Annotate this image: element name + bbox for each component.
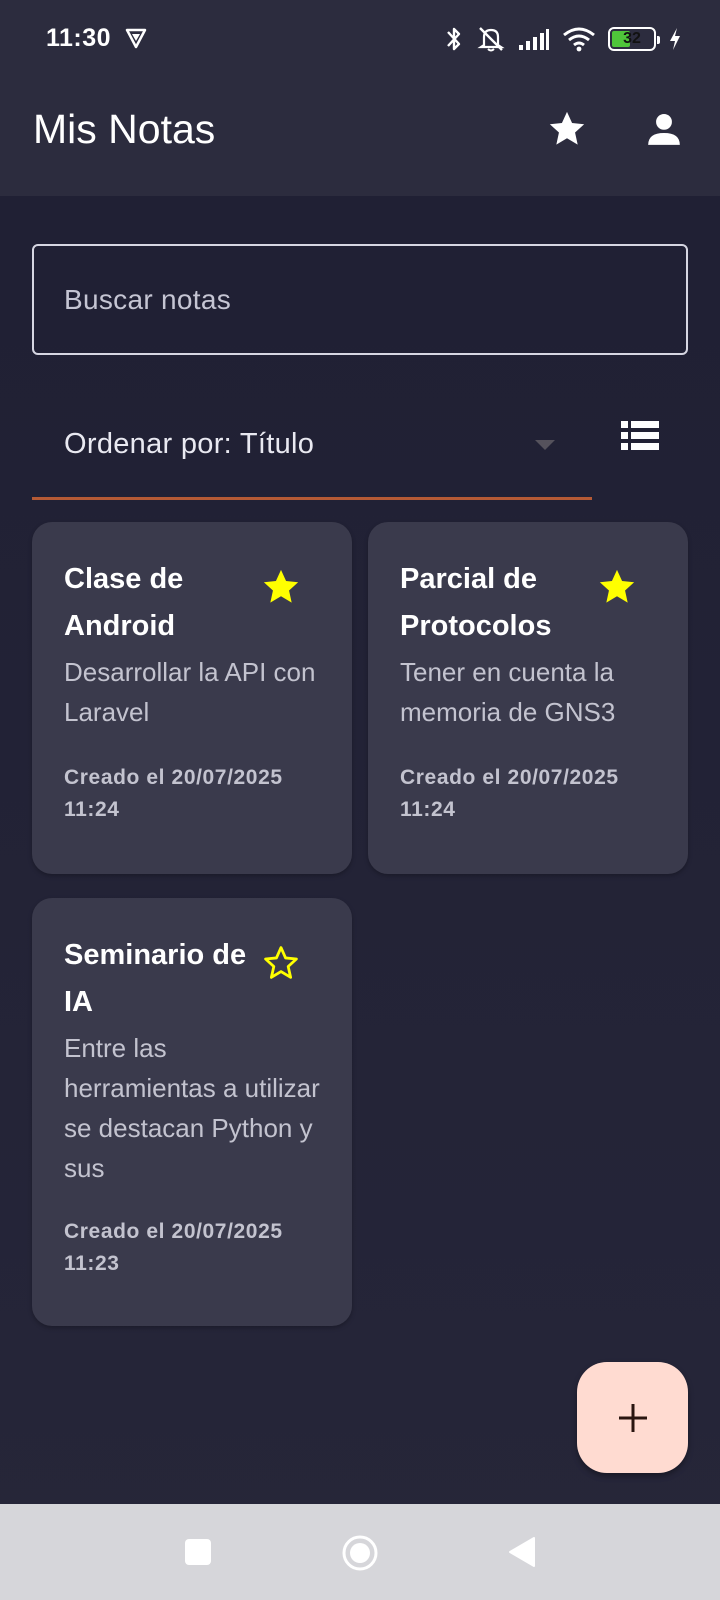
bluetooth-icon xyxy=(444,24,464,54)
status-icons: 32 xyxy=(444,24,682,54)
favorite-toggle[interactable] xyxy=(260,566,302,608)
note-title: Clase de Android xyxy=(64,563,184,642)
recents-button[interactable] xyxy=(180,1534,216,1570)
note-body: Tener en cuenta la memoria de GNS3 xyxy=(400,657,616,727)
home-button[interactable] xyxy=(341,1534,378,1571)
favorite-toggle[interactable] xyxy=(260,942,302,984)
page-title: Mis Notas xyxy=(33,106,216,152)
note-title: Seminario de IA xyxy=(64,939,247,1018)
circle-icon xyxy=(342,1535,378,1571)
star-icon xyxy=(549,111,585,145)
sort-dropdown[interactable]: Ordenar por: Título xyxy=(32,410,592,500)
search-input[interactable] xyxy=(34,246,686,353)
app-bar: Mis Notas xyxy=(0,78,720,196)
favorite-toggle[interactable] xyxy=(596,566,638,608)
note-date: Creado el 20/07/2025 11:24 xyxy=(400,766,619,821)
search-field xyxy=(32,244,688,355)
back-triangle-icon xyxy=(509,1537,535,1567)
add-note-button[interactable] xyxy=(577,1362,688,1473)
sort-label: Ordenar por: Título xyxy=(64,428,315,460)
profile-button[interactable] xyxy=(642,107,686,151)
list-view-icon xyxy=(621,421,659,450)
star-filled-icon xyxy=(263,569,299,603)
note-date: Creado el 20/07/2025 11:24 xyxy=(64,766,283,821)
note-card[interactable]: Seminario de IA Entre las herramientas a… xyxy=(32,898,352,1326)
dropdown-arrow-icon xyxy=(535,440,555,450)
screen: 11:30 32 Mis Notas Buscar notas Ordenar … xyxy=(0,0,720,1600)
system-navigation-bar xyxy=(0,1504,720,1600)
battery-tip xyxy=(657,36,660,44)
charging-icon xyxy=(668,27,682,51)
battery-icon: 32 xyxy=(608,27,660,51)
star-outline-icon xyxy=(264,946,298,979)
note-card[interactable]: Parcial de Protocolos Tener en cuenta la… xyxy=(368,522,688,874)
note-title: Parcial de Protocolos xyxy=(400,563,552,642)
silent-bell-icon xyxy=(476,24,506,54)
favorites-button[interactable] xyxy=(545,107,589,151)
note-body: Entre las herramientas a utilizar se des… xyxy=(64,1033,320,1183)
star-filled-icon xyxy=(599,569,635,603)
signal-icon xyxy=(518,27,550,51)
plus-icon xyxy=(618,1403,647,1432)
note-body: Desarrollar la API con Laravel xyxy=(64,657,316,727)
profile-icon xyxy=(648,113,680,145)
battery-level: 32 xyxy=(623,30,641,47)
status-bar: 11:30 32 xyxy=(0,0,720,78)
square-icon xyxy=(185,1539,211,1565)
note-date: Creado el 20/07/2025 11:23 xyxy=(64,1220,283,1275)
status-time: 11:30 xyxy=(46,24,112,52)
back-button[interactable] xyxy=(506,1534,542,1570)
list-view-toggle[interactable] xyxy=(618,414,662,458)
note-card[interactable]: Clase de Android Desarrollar la API con … xyxy=(32,522,352,874)
wifi-icon xyxy=(562,26,596,52)
vpn-icon xyxy=(124,26,148,50)
